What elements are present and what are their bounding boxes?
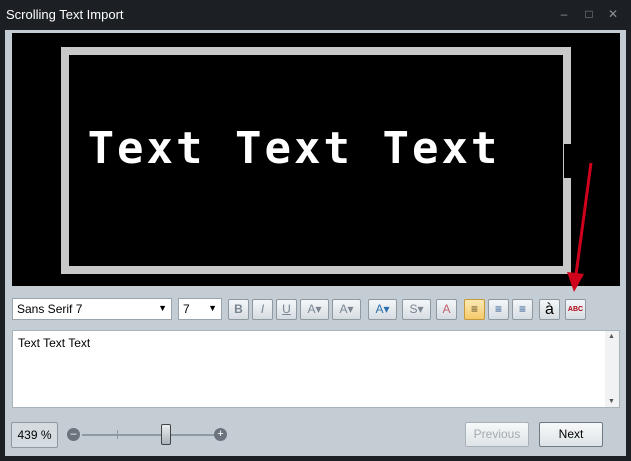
dialog-window: Scrolling Text Import – □ ✕ Text Text Te… <box>0 0 631 461</box>
annotation-arrow-icon <box>567 162 593 292</box>
